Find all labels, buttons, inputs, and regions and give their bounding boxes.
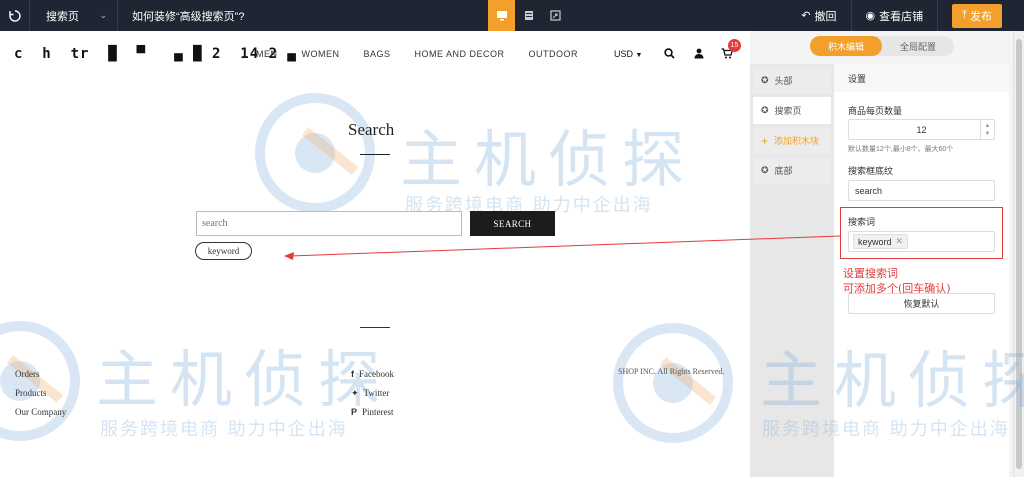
watermark-sub-bottom-left: 服务跨境电商 助力中企出海: [100, 419, 348, 440]
device-switcher: [488, 0, 569, 31]
keyword-chip[interactable]: keyword: [195, 242, 252, 260]
watermark-title-top: 主机侦探: [400, 123, 697, 196]
footer-link-company[interactable]: Our Company: [15, 407, 66, 417]
footer-divider: [360, 327, 390, 328]
twitter-label: Twitter: [363, 388, 390, 398]
view-store-label: 查看店铺: [879, 10, 924, 23]
watermark-sub-bottom-right: 服务跨境电商 助力中企出海: [762, 419, 1010, 440]
desktop-view-icon[interactable]: [488, 0, 515, 31]
placeholder-field[interactable]: search: [848, 180, 995, 201]
tab-global-config[interactable]: 全局配置: [882, 36, 954, 56]
settings-title: 设置: [834, 64, 1009, 92]
undo-label: 撤回: [814, 10, 837, 23]
search-button[interactable]: SEARCH: [470, 211, 555, 236]
footer-link-orders[interactable]: Orders: [15, 369, 66, 379]
social-links: f Facebook ✦ Twitter P Pinterest: [351, 369, 394, 417]
watermark-top: [245, 91, 395, 224]
nav-item-outdoor[interactable]: OUTDOOR: [529, 49, 579, 59]
facebook-icon: f: [351, 369, 354, 379]
per-page-value: 12: [916, 124, 927, 135]
plus-icon: +: [761, 133, 769, 148]
help-tip-link[interactable]: 如何装修“高级搜索页”?: [118, 8, 488, 24]
placeholder-label: 搜索框底纹: [848, 166, 894, 176]
store-logo[interactable]: c h tr █ ▀ ▄ █ 2 14 2 ▄: [14, 46, 297, 62]
social-link-facebook[interactable]: f Facebook: [351, 369, 394, 379]
undo-icon: ↶: [801, 10, 811, 22]
tablet-view-icon[interactable]: [515, 0, 542, 31]
block-item-label: 搜索页: [774, 106, 802, 116]
add-block-label: 添加积木块: [774, 136, 820, 146]
caret-down-icon: ▼: [635, 52, 643, 59]
add-block-button[interactable]: + 添加积木块: [753, 127, 831, 154]
watermark-title-bottom-right: 主机侦探: [760, 344, 1024, 417]
watermark-logo-icon: [255, 93, 375, 213]
watermark-title-bottom-left: 主机侦探: [96, 343, 393, 416]
watermark-logo-icon: [613, 323, 733, 443]
publish-button[interactable]: ⤒ 发布: [952, 3, 1002, 28]
watermark-bottom-right: [598, 313, 748, 456]
pinterest-label: Pinterest: [362, 407, 394, 417]
per-page-hint: 默认数量12个,最小8个、最大60个: [848, 146, 954, 153]
view-store-button[interactable]: ◉ 查看店铺: [852, 0, 939, 31]
nav-item-men[interactable]: MEN: [256, 49, 278, 59]
pinterest-icon: P: [351, 407, 358, 417]
search-input[interactable]: [196, 211, 462, 236]
block-item-label: 底部: [774, 166, 793, 176]
facebook-label: Facebook: [359, 369, 394, 379]
title-divider: [360, 154, 390, 155]
undo-button[interactable]: ↶ 撤回: [787, 0, 852, 31]
social-link-twitter[interactable]: ✦ Twitter: [351, 387, 394, 399]
pin-icon: ✪: [761, 165, 769, 175]
block-item-header[interactable]: ✪ 头部: [753, 67, 831, 94]
per-page-label: 商品每页数量: [848, 106, 903, 116]
block-item-footer[interactable]: ✪ 底部: [753, 157, 831, 184]
annotation-highlight-box: [840, 207, 1003, 259]
stepper-arrows[interactable]: ▲ ▼: [980, 120, 994, 139]
annotation-note-line2: 可添加多个(回车确认): [843, 282, 951, 295]
topbar-actions: ↶ 撤回 ◉ 查看店铺 ⤒ 发布: [787, 0, 1024, 31]
search-icon[interactable]: [662, 46, 676, 60]
annotation-note-line1: 设置搜索词: [843, 267, 898, 280]
social-link-pinterest[interactable]: P Pinterest: [351, 407, 394, 417]
reset-default-button[interactable]: 恢复默认: [848, 293, 995, 314]
publish-label: 发布: [970, 10, 992, 23]
block-item-search[interactable]: ✪ 搜索页: [753, 97, 831, 124]
nav-item-women[interactable]: WOMEN: [302, 49, 340, 59]
copyright-text: SHOP INC. All Rights Reserved.: [618, 367, 725, 376]
page-select[interactable]: 搜索页 ⌄: [30, 0, 118, 31]
nav-item-home-decor[interactable]: HOME AND DECOR: [415, 49, 505, 59]
twitter-icon: ✦: [351, 387, 359, 398]
cart-count-badge: 15: [728, 39, 741, 52]
tab-block-edit[interactable]: 积木编辑: [810, 36, 882, 56]
pin-icon: ✪: [761, 105, 769, 115]
exit-icon[interactable]: [0, 0, 30, 31]
cart-icon[interactable]: 15: [720, 39, 741, 60]
nav-item-bags[interactable]: BAGS: [364, 49, 391, 59]
eye-icon: ◉: [865, 10, 876, 22]
main-nav: MEN WOMEN BAGS HOME AND DECOR OUTDOOR: [256, 49, 578, 59]
store-header: c h tr █ ▀ ▄ █ 2 14 2 ▄ MEN WOMEN BAGS H…: [0, 31, 750, 77]
per-page-stepper[interactable]: 12 ▲ ▼: [848, 119, 995, 140]
currency-value: USD: [614, 49, 634, 59]
fullscreen-icon[interactable]: [542, 0, 569, 31]
store-preview: 主机侦探 服务跨境电商 助力中企出海 主机侦探 服务跨境电商 助力中企出海 c …: [0, 31, 750, 477]
footer-links: Orders Products Our Company: [15, 369, 66, 417]
panel-tabs: 积木编辑 全局配置: [810, 36, 954, 56]
block-item-label: 头部: [774, 76, 793, 86]
footer-link-products[interactable]: Products: [15, 388, 66, 398]
chevron-down-icon: ⌄: [99, 10, 107, 20]
currency-select[interactable]: USD ▼: [614, 49, 642, 59]
pin-icon: ✪: [761, 75, 769, 85]
upload-icon: ⤒: [962, 9, 967, 21]
user-icon[interactable]: [692, 46, 706, 60]
page-select-value: 搜索页: [46, 10, 79, 23]
page-title: Search: [348, 120, 395, 139]
editor-topbar: 搜索页 ⌄ 如何装修“高级搜索页”? ↶ 撤回 ◉ 查看店铺 ⤒ 发布: [0, 0, 1024, 31]
